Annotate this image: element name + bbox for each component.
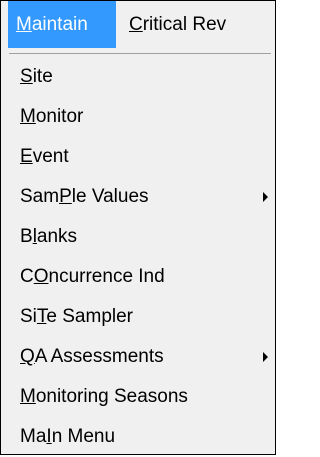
- menu-critical-rev[interactable]: Critical Rev: [121, 1, 226, 48]
- menu-item-qa-assessments[interactable]: QA Assessments: [10, 337, 274, 377]
- menu-item-site-sampler[interactable]: SiTe Sampler: [10, 297, 274, 337]
- menu-item-monitoring-seasons[interactable]: Monitoring Seasons: [10, 377, 274, 417]
- menu-item-text: le Values: [71, 186, 149, 207]
- menu-item-sample-values[interactable]: SamPle Values: [10, 177, 274, 217]
- menu-critical-rev-mnemonic: C: [129, 14, 143, 35]
- menu-item-text: Sam: [20, 186, 60, 207]
- menu-item-event[interactable]: Event: [10, 137, 274, 177]
- menu-item-text: onitoring Seasons: [35, 386, 188, 407]
- menu-item-mnemonic: Q: [20, 346, 35, 367]
- menu-item-text: C: [20, 266, 34, 287]
- menu-item-blanks[interactable]: Blanks: [10, 217, 274, 257]
- menu-item-concurrence-ind[interactable]: COncurrence Ind: [10, 257, 274, 297]
- menu-item-text: e Sampler: [46, 306, 134, 327]
- menu-bar: Maintain Critical Rev: [1, 1, 275, 48]
- menu-item-text: B: [20, 226, 33, 247]
- menu-item-mnemonic: M: [20, 106, 36, 127]
- menu-item-site[interactable]: Site: [10, 57, 274, 97]
- submenu-arrow-icon: [263, 352, 268, 362]
- menu-item-main-menu[interactable]: MaIn Menu: [10, 417, 274, 457]
- menu-item-text: n Menu: [51, 426, 116, 447]
- menu-item-mnemonic: T: [36, 306, 47, 327]
- menu-item-mnemonic: E: [20, 146, 33, 167]
- menu-maintain[interactable]: Maintain: [8, 1, 116, 48]
- menu-item-mnemonic: S: [20, 66, 33, 87]
- menu-item-text: ite: [32, 66, 53, 87]
- menu-divider: [9, 53, 271, 54]
- submenu-arrow-icon: [263, 192, 268, 202]
- menu-window: Maintain Critical Rev Site Monitor Event…: [0, 0, 276, 455]
- menu-maintain-label: aintain: [31, 14, 88, 35]
- menu-item-text: ncurrence Ind: [48, 266, 165, 287]
- maintain-dropdown: Site Monitor Event SamPle Values Blanks …: [10, 57, 274, 457]
- menu-item-text: vent: [32, 146, 69, 167]
- menu-item-text: onitor: [35, 106, 84, 127]
- menu-item-mnemonic: P: [59, 186, 72, 207]
- menu-item-text: Ma: [20, 426, 47, 447]
- menu-item-text: anks: [36, 226, 78, 247]
- menu-item-mnemonic: O: [33, 266, 49, 287]
- menu-maintain-mnemonic: M: [16, 14, 32, 35]
- menu-item-text: A Assessments: [34, 346, 164, 367]
- menu-critical-rev-label: ritical Rev: [142, 14, 227, 35]
- menu-item-mnemonic: M: [20, 386, 36, 407]
- menu-item-text: Si: [20, 306, 37, 327]
- menu-item-monitor[interactable]: Monitor: [10, 97, 274, 137]
